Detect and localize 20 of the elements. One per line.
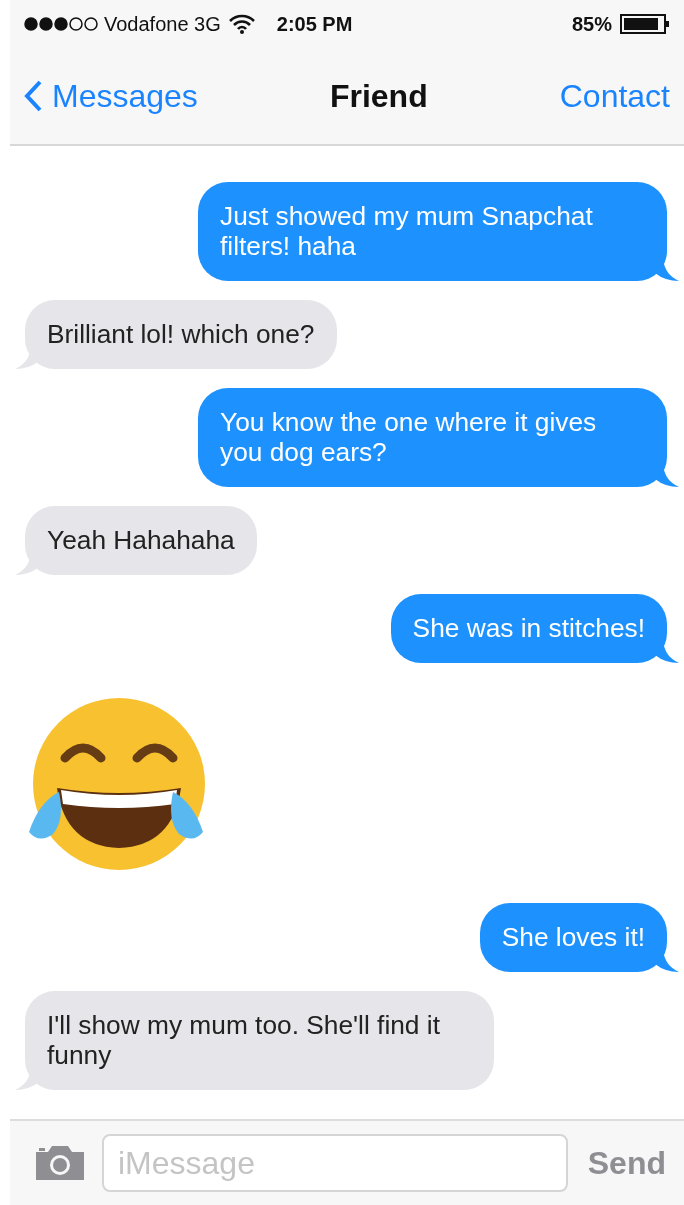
sent-message: Just showed my mum Snapchat filters! haha [198,182,667,281]
back-link[interactable]: Messages [24,77,198,115]
received-message: Brilliant lol! which one? [25,300,337,369]
sent-message: You know the one where it gives you dog ears? [198,388,667,487]
battery-percentage: 85% [571,12,612,36]
carrier-name: Vodafone 3G [104,12,221,36]
message-input[interactable]: iMessage [102,1134,568,1192]
camera-icon[interactable] [34,1144,86,1182]
conversation-title: Friend [329,77,428,115]
back-chevron-icon [24,80,42,112]
wifi-icon [228,14,255,34]
battery-icon [620,14,670,34]
sent-message: She was in stitches! [390,594,667,663]
sent-message: She loves it! [479,903,667,972]
received-message: Yeah Hahahaha [25,506,257,575]
contact-link[interactable]: Contact [559,77,670,115]
received-message: I'll show my mum too. She'll find it funny [25,991,494,1090]
send-button[interactable]: Send [583,1144,666,1182]
signal-strength-icon [24,17,100,31]
clock-time: 2:05 PM [276,12,353,36]
